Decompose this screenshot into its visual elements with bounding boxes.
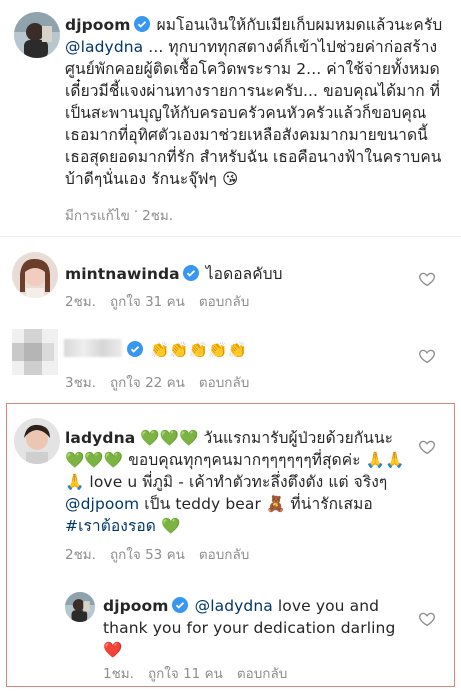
comment-djpoom-caption: djpoom ผมโอนเงินให้กับเมียเก็บผมหมดแล้วน… [65,14,450,190]
comment-mintnawinda: mintnawinda ไอดอลคับบ [65,263,405,285]
comment-text: เป็น teddy bear 🧸 ที่น่ารักเสมอ [139,495,373,513]
comment-ladydna: ladydna 💚💚💚 วันแรกมารับผู้ป่วยด้วยกันนะ … [65,427,410,537]
username-djpoom[interactable]: djpoom [103,597,169,615]
mention-djpoom[interactable]: @djpoom [65,495,139,513]
edited-label: มีการแก้ไข [65,208,130,224]
comment-blurred: 👏👏👏👏👏 [124,339,414,361]
timestamp: 2ชม. [65,294,96,310]
reply-button[interactable]: ตอบกลับ [199,371,249,393]
mention-ladydna[interactable]: @ladydna [195,597,273,615]
reply-button[interactable]: ตอบกลับ [199,543,249,565]
comment-djpoom-reply: djpoom @ladydna love you and thank you f… [103,595,403,661]
verified-badge-icon [133,16,150,32]
avatar-mintnawinda[interactable] [12,252,58,298]
likes-count[interactable]: ถูกใจ 11 คน [148,662,223,684]
timestamp: 3ชม. [65,375,96,391]
username-ladydna[interactable]: ladydna [65,429,135,447]
verified-badge-icon [127,341,143,357]
heart-outline-icon[interactable] [418,610,436,628]
avatar-djpoom[interactable] [14,12,60,58]
verified-badge-icon [171,597,188,613]
comment-text: ... ทุกบาททุกสตางค์ก็เข้าไปช่วยค่าก่อสร้… [65,38,442,188]
timestamp: 2ชม. [65,547,96,563]
avatar-blurred[interactable] [12,329,58,375]
comment-meta: 1ชม. ถูกใจ 11 คน ตอบกลับ [103,662,287,684]
comment-meta: 3ชม. ถูกใจ 22 คน ตอบกลับ [65,371,249,393]
comment-meta: มีการแก้ไข · 2ชม. [65,204,173,226]
username-mintnawinda[interactable]: mintnawinda [65,265,180,283]
timestamp: 1ชม. [103,666,134,682]
likes-count[interactable]: ถูกใจ 53 คน [110,543,185,565]
likes-count[interactable]: ถูกใจ 22 คน [110,371,185,393]
comment-text: 👏👏👏👏👏 [150,341,248,359]
heart-outline-icon[interactable] [418,347,436,365]
comment-text: ผมโอนเงินให้กับเมียเก็บผมหมดแล้วนะครับ [156,16,443,34]
likes-count[interactable]: ถูกใจ 31 คน [110,290,185,312]
verified-badge-icon [182,265,199,281]
separator-dot: · [133,204,139,220]
comment-text: ไอดอลคับบ [205,265,283,283]
divider [0,236,461,237]
avatar-ladydna[interactable] [14,418,60,464]
comment-text: 💚 [155,517,181,535]
comment-meta: 2ชม. ถูกใจ 31 คน ตอบกลับ [65,290,249,312]
username-blurred[interactable] [64,339,122,357]
heart-outline-icon[interactable] [418,438,436,456]
reply-button[interactable]: ตอบกลับ [199,290,249,312]
mention-ladydna[interactable]: @ladydna [65,38,143,56]
username-djpoom[interactable]: djpoom [65,16,131,34]
heart-outline-icon[interactable] [418,270,436,288]
avatar-djpoom-reply[interactable] [65,592,95,622]
reply-button[interactable]: ตอบกลับ [237,662,287,684]
comment-meta: 2ชม. ถูกใจ 53 คน ตอบกลับ [65,543,249,565]
timestamp: 2ชม. [142,208,174,224]
hashtag-link[interactable]: #เราต้องรอด [65,517,156,535]
